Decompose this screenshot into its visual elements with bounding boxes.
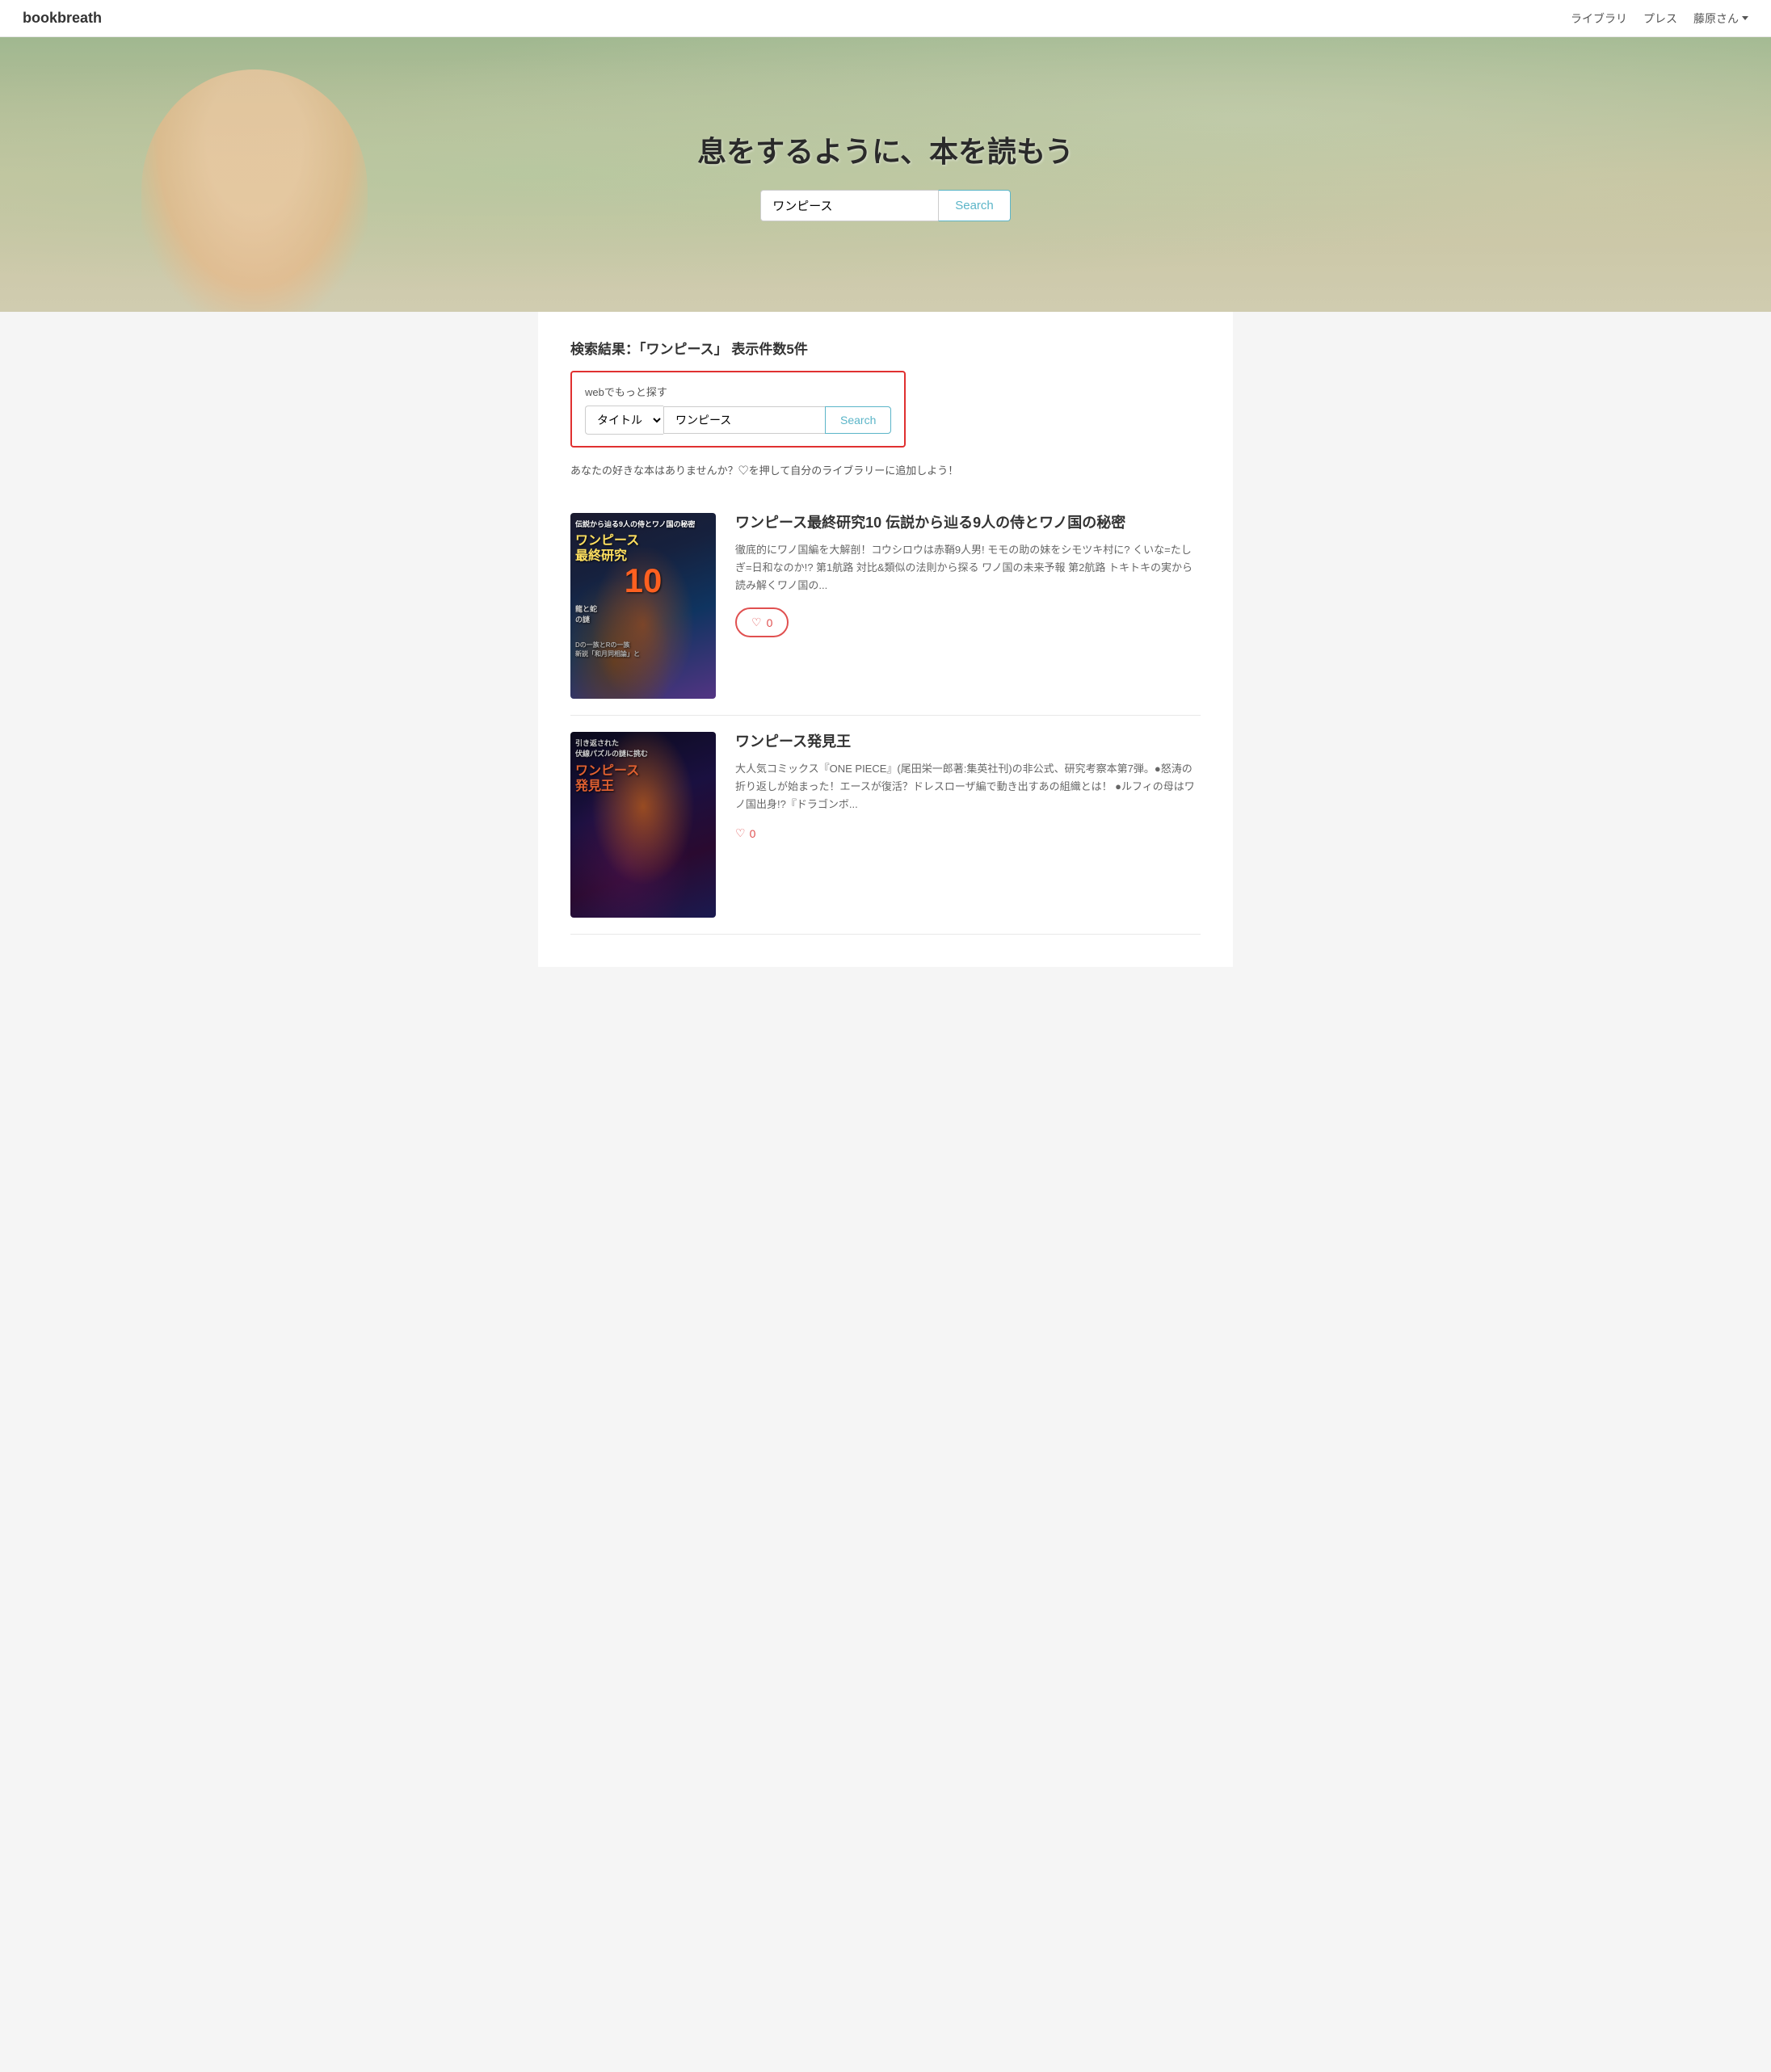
like-count-2: 0 xyxy=(750,827,756,840)
cover-footer-1: Dの一族とRの一族新説「和月同相論」と xyxy=(575,641,711,658)
web-search-button[interactable]: Search xyxy=(825,406,891,434)
brand-logo[interactable]: bookbreath xyxy=(23,10,102,27)
nav-press[interactable]: プレス xyxy=(1643,11,1677,27)
navbar: bookbreath ライブラリ プレス 藤原さん xyxy=(0,0,1771,37)
book-cover-1[interactable]: 伝説から辿る9人の侍とワノ国の秘密 ワンピース最終研究 10 龍と蛇の謎 Dの一… xyxy=(570,513,716,699)
cover-extra-1: 龍と蛇の謎 xyxy=(575,604,711,624)
web-search-box: webでもっと探す タイトル Search xyxy=(570,371,906,448)
book-title-1[interactable]: ワンピース最終研究10 伝説から辿る9人の侍とワノ国の秘密 xyxy=(735,513,1201,533)
hero-search-button[interactable]: Search xyxy=(938,190,1011,221)
add-library-hint: あなたの好きな本はありませんか？♡を押して自分のライブラリーに追加しよう！ xyxy=(570,462,1201,477)
cover-text-overlay-1: 伝説から辿る9人の侍とワノ国の秘密 ワンピース最終研究 10 龍と蛇の謎 Dの一… xyxy=(575,519,711,659)
hero-child-decoration xyxy=(141,69,368,312)
cover-title-2: ワンピース発見王 xyxy=(575,763,711,794)
nav-user[interactable]: 藤原さん xyxy=(1693,11,1748,27)
hero-search-input[interactable] xyxy=(760,190,938,221)
search-type-select[interactable]: タイトル xyxy=(585,406,663,435)
hero-section: 息をするように、本を読もう Search xyxy=(0,37,1771,312)
web-search-input[interactable] xyxy=(663,406,825,434)
chevron-down-icon xyxy=(1742,16,1748,20)
book-description-2: 大人気コミックス『ONE PIECE』(尾田栄一郎著:集英社刊)の非公式、研究考… xyxy=(735,760,1201,813)
book-item-2: 引き返された伏線パズルの謎に挑む ワンピース発見王 ワンピース発見王 大人気コミ… xyxy=(570,716,1201,935)
book-description-1: 徹底的にワノ国編を大解剖！コウシロウは赤鞘9人男! モモの助の妹をシモツキ村に?… xyxy=(735,541,1201,595)
result-heading: 検索結果：「ワンピース」 表示件数5件 xyxy=(570,338,1201,358)
nav-library[interactable]: ライブラリ xyxy=(1571,11,1627,27)
cover-subtitle-1: 伝説から辿る9人の侍とワノ国の秘密 xyxy=(575,519,711,530)
hero-content: 息をするように、本を読もう Search xyxy=(697,128,1074,221)
book-title-2[interactable]: ワンピース発見王 xyxy=(735,732,1201,752)
hero-search-row: Search xyxy=(697,190,1074,221)
book-cover-2[interactable]: 引き返された伏線パズルの謎に挑む ワンピース発見王 xyxy=(570,732,716,918)
hero-title: 息をするように、本を読もう xyxy=(697,128,1074,170)
cover-text-overlay-2: 引き返された伏線パズルの謎に挑む ワンピース発見王 xyxy=(575,738,711,795)
nav-links: ライブラリ プレス 藤原さん xyxy=(1571,11,1748,27)
cover-title-1: ワンピース最終研究 xyxy=(575,533,711,564)
book-item: 伝説から辿る9人の侍とワノ国の秘密 ワンピース最終研究 10 龍と蛇の謎 Dの一… xyxy=(570,497,1201,716)
hint-text: あなたの好きな本はありませんか？♡を押して自分のライブラリーに追加しよう！ xyxy=(570,464,958,477)
cover-subtitle-2: 引き返された伏線パズルの謎に挑む xyxy=(575,738,711,759)
heart-icon-2: ♡ xyxy=(735,826,746,840)
book-info-2: ワンピース発見王 大人気コミックス『ONE PIECE』(尾田栄一郎著:集英社刊… xyxy=(735,732,1201,918)
web-search-row: タイトル Search xyxy=(585,406,891,435)
like-inline-2[interactable]: ♡ 0 xyxy=(735,826,1201,840)
nav-user-label: 藤原さん xyxy=(1693,11,1739,27)
main-content: 検索結果：「ワンピース」 表示件数5件 webでもっと探す タイトル Searc… xyxy=(538,312,1233,967)
web-search-label: webでもっと探す xyxy=(585,384,891,399)
cover-num-1: 10 xyxy=(575,564,711,598)
book-info-1: ワンピース最終研究10 伝説から辿る9人の侍とワノ国の秘密 徹底的にワノ国編を大… xyxy=(735,513,1201,699)
heart-icon-1: ♡ xyxy=(751,616,762,629)
like-button-1[interactable]: ♡ 0 xyxy=(735,607,789,637)
like-count-1: 0 xyxy=(767,616,773,629)
